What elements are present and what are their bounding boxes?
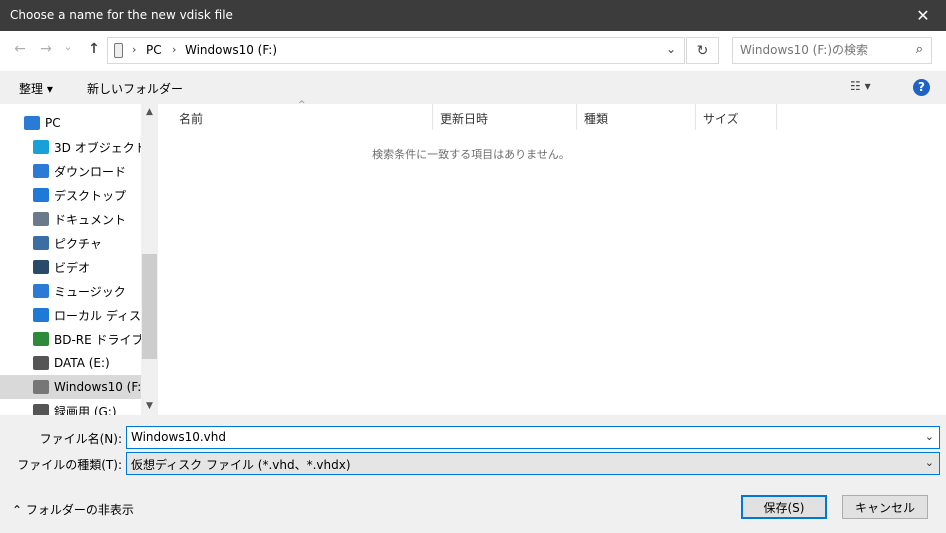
music-icon	[33, 284, 49, 298]
bd-drive-icon	[33, 332, 49, 346]
column-divider[interactable]	[432, 104, 433, 130]
save-button-label: 保存(S)	[763, 500, 805, 515]
nav-item[interactable]: ピクチャ	[0, 231, 141, 255]
nav-item-label: デスクトップ	[54, 188, 127, 203]
search-box[interactable]: ⌕	[732, 37, 932, 64]
refresh-button[interactable]: ↻	[686, 37, 719, 64]
nav-item-label: BD-RE ドライブ (D	[54, 332, 141, 347]
navigation-pane: PC 3D オブジェクト ダウンロード デスクトップ ドキュメント ピクチャビデオミュージ…	[0, 104, 158, 415]
usb-drive-icon	[114, 43, 123, 58]
nav-item-label: Windows10 (F:)	[54, 380, 141, 394]
scroll-up-icon[interactable]: ▲	[141, 104, 158, 121]
cancel-button-label: キャンセル	[854, 500, 915, 515]
nav-item-label: ドキュメント	[54, 212, 127, 227]
back-arrow-icon[interactable]: ←	[10, 41, 30, 57]
pc-icon	[24, 116, 40, 130]
usb-drive-icon	[33, 380, 49, 394]
desktop-icon	[33, 188, 49, 202]
filetype-label: ファイルの種類(T):	[17, 458, 122, 472]
breadcrumb-separator: ›	[132, 43, 137, 56]
nav-item[interactable]: DATA (E:)	[0, 351, 141, 375]
search-input[interactable]	[740, 43, 900, 57]
nav-item[interactable]: ミュージック	[0, 279, 141, 303]
nav-item-label: ビデオ	[54, 260, 91, 275]
nav-item[interactable]: BD-RE ドライブ (D	[0, 327, 141, 351]
windows-drive-icon	[33, 308, 49, 322]
nav-item-label: ローカル ディスク (C	[54, 308, 141, 323]
address-row: ← → ⌄ ↑ › PC › Windows10 (F:) ⌄ ↻ ⌕	[0, 31, 946, 71]
cancel-button[interactable]: キャンセル	[842, 495, 928, 519]
nav-item[interactable]: ドキュメント	[0, 207, 141, 231]
title-bar: Choose a name for the new vdisk file ✕	[0, 0, 946, 31]
address-bar[interactable]: › PC › Windows10 (F:) ⌄	[107, 37, 685, 64]
scroll-down-icon[interactable]: ▼	[141, 398, 158, 415]
breadcrumb-pc[interactable]: PC	[146, 43, 162, 57]
filename-label: ファイル名(N):	[39, 432, 122, 446]
column-header-type[interactable]: 種類	[584, 104, 608, 130]
filename-dropdown-icon[interactable]: ⌄	[925, 430, 934, 443]
cube-icon	[33, 140, 49, 154]
nav-item-label: 3D オブジェクト	[54, 140, 141, 155]
picture-icon	[33, 236, 49, 250]
filename-input[interactable]: Windows10.vhd	[131, 430, 226, 444]
view-options-icon[interactable]: ☷ ▾	[850, 79, 871, 93]
drive-icon	[33, 404, 49, 415]
empty-message: 検索条件に一致する項目はありません。	[372, 148, 570, 161]
nav-item-label: DATA (E:)	[54, 356, 110, 370]
drive-icon	[33, 356, 49, 370]
download-icon	[33, 164, 49, 178]
up-arrow-icon[interactable]: ↑	[84, 41, 104, 57]
column-header-modified[interactable]: 更新日時	[440, 104, 488, 130]
nav-item[interactable]: PC	[0, 111, 141, 135]
breadcrumb-windows10[interactable]: Windows10 (F:)	[185, 43, 277, 57]
file-list[interactable]: ^ 名前 更新日時 種類 サイズ 検索条件に一致する項目はありません。	[158, 100, 946, 415]
filetype-dropdown-icon[interactable]: ⌄	[925, 456, 934, 469]
scroll-thumb[interactable]	[142, 254, 157, 359]
nav-item[interactable]: 3D オブジェクト	[0, 135, 141, 159]
save-options-pane: ファイル名(N): Windows10.vhd ⌄ ファイルの種類(T): 仮想…	[0, 415, 946, 533]
column-header-size[interactable]: サイズ	[703, 104, 739, 130]
window-title: Choose a name for the new vdisk file	[10, 8, 233, 22]
filetype-value: 仮想ディスク ファイル (*.vhd、*.vhdx)	[131, 458, 351, 472]
new-folder-button[interactable]: 新しいフォルダー	[87, 80, 183, 97]
document-icon	[33, 212, 49, 226]
help-icon[interactable]: ?	[913, 79, 930, 96]
filename-combobox[interactable]: Windows10.vhd ⌄	[126, 426, 940, 449]
nav-item[interactable]: 録画用 (G:)	[0, 399, 141, 415]
save-button[interactable]: 保存(S)	[741, 495, 827, 519]
nav-item-label: ピクチャ	[54, 236, 102, 251]
breadcrumb-separator: ›	[172, 43, 177, 56]
nav-item-label: ダウンロード	[54, 164, 127, 179]
video-icon	[33, 260, 49, 274]
nav-item[interactable]: ダウンロード	[0, 159, 141, 183]
nav-item[interactable]: Windows10 (F:)	[0, 375, 141, 399]
column-divider[interactable]	[695, 104, 696, 130]
hide-folders-button[interactable]: ⌃ フォルダーの非表示	[12, 501, 134, 518]
filetype-select[interactable]: 仮想ディスク ファイル (*.vhd、*.vhdx) ⌄	[126, 452, 940, 475]
nav-item[interactable]: デスクトップ	[0, 183, 141, 207]
refresh-icon: ↻	[696, 42, 709, 59]
command-bar: 整理 ▾ 新しいフォルダー ☷ ▾ ?	[0, 71, 946, 104]
nav-item-label: ミュージック	[54, 284, 126, 299]
nav-item-label: 録画用 (G:)	[54, 404, 117, 416]
recent-locations-icon[interactable]: ⌄	[58, 40, 78, 53]
nav-item[interactable]: ビデオ	[0, 255, 141, 279]
address-dropdown-icon[interactable]: ⌄	[666, 42, 676, 56]
column-divider[interactable]	[576, 104, 577, 130]
forward-arrow-icon[interactable]: →	[36, 41, 56, 57]
nav-scrollbar[interactable]: ▲ ▼	[141, 104, 158, 415]
column-divider[interactable]	[776, 104, 777, 130]
sort-indicator-icon: ^	[298, 100, 306, 110]
nav-item-label: PC	[45, 116, 61, 130]
close-icon[interactable]: ✕	[900, 0, 946, 31]
organize-button[interactable]: 整理 ▾	[19, 80, 53, 97]
column-header-name[interactable]: 名前	[179, 104, 203, 130]
nav-item[interactable]: ローカル ディスク (C	[0, 303, 141, 327]
search-icon[interactable]: ⌕	[916, 42, 923, 57]
